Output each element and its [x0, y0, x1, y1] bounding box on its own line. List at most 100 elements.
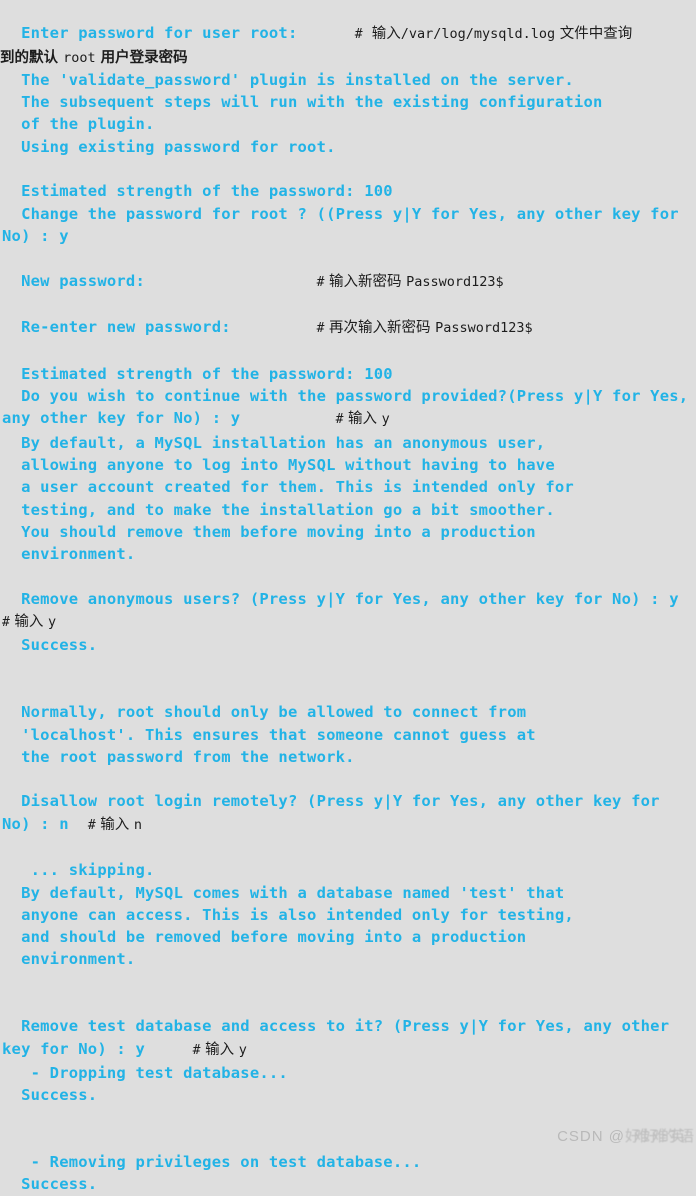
- annotation-value: n: [133, 816, 142, 833]
- terminal-line: By default, a MySQL installation has an …: [0, 432, 696, 454]
- terminal-line-text: a user account created for them. This is…: [2, 478, 574, 497]
- terminal-line-text: Change the password for root ? ((Press y…: [2, 204, 689, 245]
- terminal-line-text: By default, a MySQL installation has an …: [2, 433, 546, 452]
- annotation-spacer: [69, 815, 88, 833]
- annotation-spacer: [231, 318, 317, 336]
- terminal-line-text: the root password from the network.: [2, 747, 355, 766]
- terminal-line: allowing anyone to log into MySQL withou…: [0, 454, 696, 476]
- hash-icon: #: [87, 817, 96, 833]
- terminal-line-text: Re-enter new password:: [2, 318, 231, 337]
- hash-icon: #: [354, 27, 363, 43]
- annotation-value: y: [48, 614, 57, 631]
- terminal-line: - Dropping test database...: [0, 1062, 696, 1084]
- annotation-mono: root: [63, 49, 96, 66]
- annotation-spacer: [679, 590, 696, 608]
- terminal-line-text: Estimated strength of the password: 100: [2, 182, 393, 201]
- annotation-spacer: [145, 272, 317, 290]
- terminal-line-text: and should be removed before moving into…: [2, 928, 527, 947]
- terminal-line-text: allowing anyone to log into MySQL withou…: [2, 455, 555, 474]
- annotation-note: # 输入 n: [88, 817, 142, 833]
- terminal-line: the root password from the network.: [0, 746, 696, 768]
- annotation-cn: 再次输入新密码: [324, 320, 436, 337]
- terminal-line-text: The 'validate_password' plugin is instal…: [2, 70, 574, 89]
- terminal-line: of the plugin.: [0, 113, 696, 135]
- terminal-line-text: - Dropping test database...: [2, 1063, 288, 1082]
- terminal-line-text: anyone can access. This is also intended…: [2, 905, 574, 924]
- annotation-value: Password123$: [435, 320, 533, 337]
- annotation-note: # 输入 y: [193, 1042, 247, 1058]
- annotation-note: # 输入新密码 Password123$: [317, 274, 504, 290]
- terminal-line-text: Enter password for user root:: [2, 24, 298, 43]
- terminal-line-text: By default, MySQL comes with a database …: [2, 883, 565, 902]
- annotation-value: /var/log/mysqld.log: [400, 26, 556, 43]
- terminal-line: Success.: [0, 1084, 696, 1106]
- annotation-value: y: [381, 411, 390, 428]
- annotation-value: y: [238, 1041, 247, 1058]
- terminal-line-text: of the plugin.: [2, 115, 155, 134]
- annotation-note: # 输入 y: [336, 411, 390, 427]
- terminal-line: Estimated strength of the password: 100: [0, 363, 696, 385]
- annotation-cn: 输入: [362, 26, 401, 43]
- terminal-line-text: environment.: [2, 950, 136, 969]
- terminal-line: New password: # 输入新密码 Password123$: [0, 270, 696, 294]
- terminal-line: and should be removed before moving into…: [0, 926, 696, 948]
- terminal-line: The subsequent steps will run with the e…: [0, 91, 696, 113]
- annotation-cn: 输入: [343, 411, 382, 428]
- annotation-cn: 输入: [95, 816, 134, 833]
- terminal-line: Using existing password for root.: [0, 136, 696, 158]
- annotation-spacer: [240, 409, 335, 427]
- annotation-cn-2: 文件中查询: [555, 26, 633, 43]
- terminal-line-text: The subsequent steps will run with the e…: [2, 93, 603, 112]
- terminal-line-text: Estimated strength of the password: 100: [2, 364, 393, 383]
- terminal-line-text: New password:: [2, 271, 145, 290]
- terminal-line: - Removing privileges on test database..…: [0, 1151, 696, 1173]
- terminal-line: Success.: [0, 1173, 696, 1195]
- annotation-note: # 输入/var/log/mysqld.log 文件中查询: [355, 26, 633, 42]
- annotation-note: # 输入 y: [2, 614, 56, 630]
- terminal-line: Re-enter new password: # 再次输入新密码 Passwor…: [0, 316, 696, 340]
- terminal-line: testing, and to make the installation go…: [0, 499, 696, 521]
- terminal-line: The 'validate_password' plugin is instal…: [0, 69, 696, 91]
- terminal-line-text: environment.: [2, 545, 136, 564]
- terminal-line: ... skipping.: [0, 859, 696, 881]
- terminal-line-text: Normally, root should only be allowed to…: [2, 703, 527, 722]
- terminal-line-text: Remove anonymous users? (Press y|Y for Y…: [2, 589, 679, 608]
- terminal-line: By default, MySQL comes with a database …: [0, 882, 696, 904]
- terminal-line-text: - Removing privileges on test database..…: [2, 1153, 422, 1172]
- annotation-spacer: [298, 24, 355, 42]
- terminal-line: Remove anonymous users? (Press y|Y for Y…: [0, 588, 696, 635]
- terminal-line: Enter password for user root: # 输入/var/l…: [0, 22, 696, 46]
- terminal-line: anyone can access. This is also intended…: [0, 904, 696, 926]
- annotation-cn: 输入: [9, 614, 49, 631]
- terminal-line: a user account created for them. This is…: [0, 476, 696, 498]
- annotation-note: # 再次输入新密码 Password123$: [317, 320, 533, 336]
- terminal-line: You should remove them before moving int…: [0, 521, 696, 543]
- annotation-text: 到的默认: [0, 48, 64, 66]
- annotation-cn: 输入新密码: [324, 273, 407, 290]
- terminal-line-text: testing, and to make the installation go…: [2, 500, 555, 519]
- terminal-line-text: Success.: [2, 1175, 98, 1194]
- hash-icon: #: [2, 615, 10, 631]
- annotation-cn: 输入: [200, 1041, 239, 1058]
- terminal-line: Remove test database and access to it? (…: [0, 1015, 696, 1062]
- terminal-line-text: You should remove them before moving int…: [2, 522, 536, 541]
- terminal-line-text: ... skipping.: [2, 861, 155, 880]
- terminal-line-text: Success.: [2, 636, 98, 655]
- terminal-line: Estimated strength of the password: 100: [0, 180, 696, 202]
- terminal-line: Success.: [0, 634, 696, 656]
- terminal-line: 'localhost'. This ensures that someone c…: [0, 724, 696, 746]
- terminal-line: Disallow root login remotely? (Press y|Y…: [0, 790, 696, 837]
- terminal-line: environment.: [0, 948, 696, 970]
- terminal-line: Normally, root should only be allowed to…: [0, 701, 696, 723]
- annotation-spacer: [145, 1040, 193, 1058]
- annotation-value: Password123$: [406, 273, 504, 290]
